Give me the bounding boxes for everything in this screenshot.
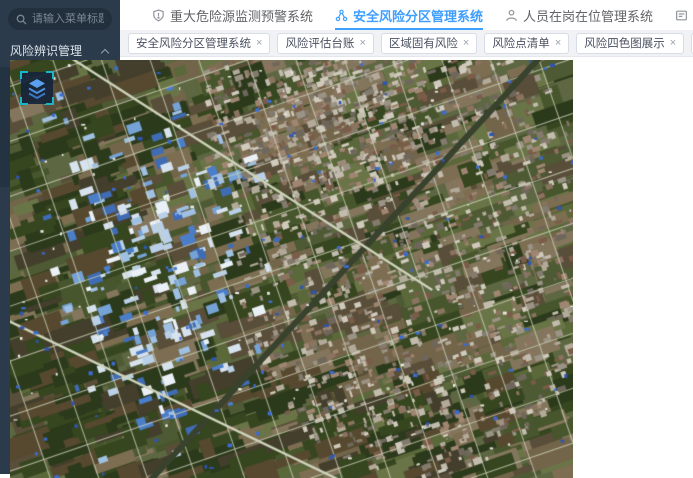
close-icon[interactable]: ×	[670, 38, 676, 49]
tag-label: 风险四色图展示	[584, 35, 665, 51]
tab-label: 安全风险分区管理系统	[353, 6, 483, 25]
tag-risk-assessment-ledger[interactable]: 风险评估台账 ×	[277, 33, 373, 54]
tag-risk-point-list[interactable]: 风险点清单 ×	[484, 33, 569, 54]
close-icon[interactable]: ×	[463, 38, 469, 49]
tab-label: 人员在岗在位管理系统	[523, 6, 653, 25]
tag-safety-risk-zoning[interactable]: 安全风险分区管理系统 ×	[128, 33, 270, 54]
close-icon[interactable]: ×	[359, 38, 365, 49]
share-nodes-icon	[335, 9, 348, 22]
open-tabs-bar: 安全风险分区管理系统 × 风险评估台账 × 区域固有风险 × 风险点清单 × 风…	[120, 30, 693, 57]
tag-regional-inherent-risk[interactable]: 区域固有风险 ×	[381, 33, 477, 54]
tag-label: 风险评估台账	[285, 35, 354, 51]
shield-icon	[152, 9, 165, 22]
report-icon	[675, 9, 688, 22]
layers-icon[interactable]	[18, 69, 56, 107]
chevron-up-icon	[101, 49, 109, 57]
menu-search-box[interactable]	[8, 8, 112, 30]
person-icon	[505, 9, 518, 22]
sidebar-search	[0, 0, 120, 36]
close-icon[interactable]: ×	[256, 38, 262, 49]
system-header: 重大危险源监测预警系统 安全风险分区管理系统 人员在岗在位管理系统	[120, 0, 693, 30]
search-icon	[16, 14, 27, 25]
tab-full-process-safety[interactable]: 安全生产全流程管理系统	[675, 0, 693, 30]
tag-label: 安全风险分区管理系统	[136, 35, 251, 51]
tab-safety-risk-zoning[interactable]: 安全风险分区管理系统	[335, 0, 483, 30]
tab-personnel-on-duty[interactable]: 人员在岗在位管理系统	[505, 0, 653, 30]
menu-search-input[interactable]	[32, 13, 104, 25]
tag-four-color-map[interactable]: 风险四色图展示 ×	[576, 33, 684, 54]
group-label: 风险辨识管理	[10, 44, 82, 58]
tab-major-hazard-monitoring[interactable]: 重大危险源监测预警系统	[152, 0, 313, 30]
tag-label: 风险点清单	[492, 35, 550, 51]
tab-label: 重大危险源监测预警系统	[170, 6, 313, 25]
map-panel	[10, 60, 573, 478]
app-window: 风险辨识管理 风险点清单 区域固有风险 风险评估台账 安全风险统计 安全隐患排查…	[0, 0, 693, 478]
satellite-map[interactable]	[10, 60, 573, 478]
close-icon[interactable]: ×	[555, 38, 561, 49]
tag-label: 区域固有风险	[389, 35, 458, 51]
